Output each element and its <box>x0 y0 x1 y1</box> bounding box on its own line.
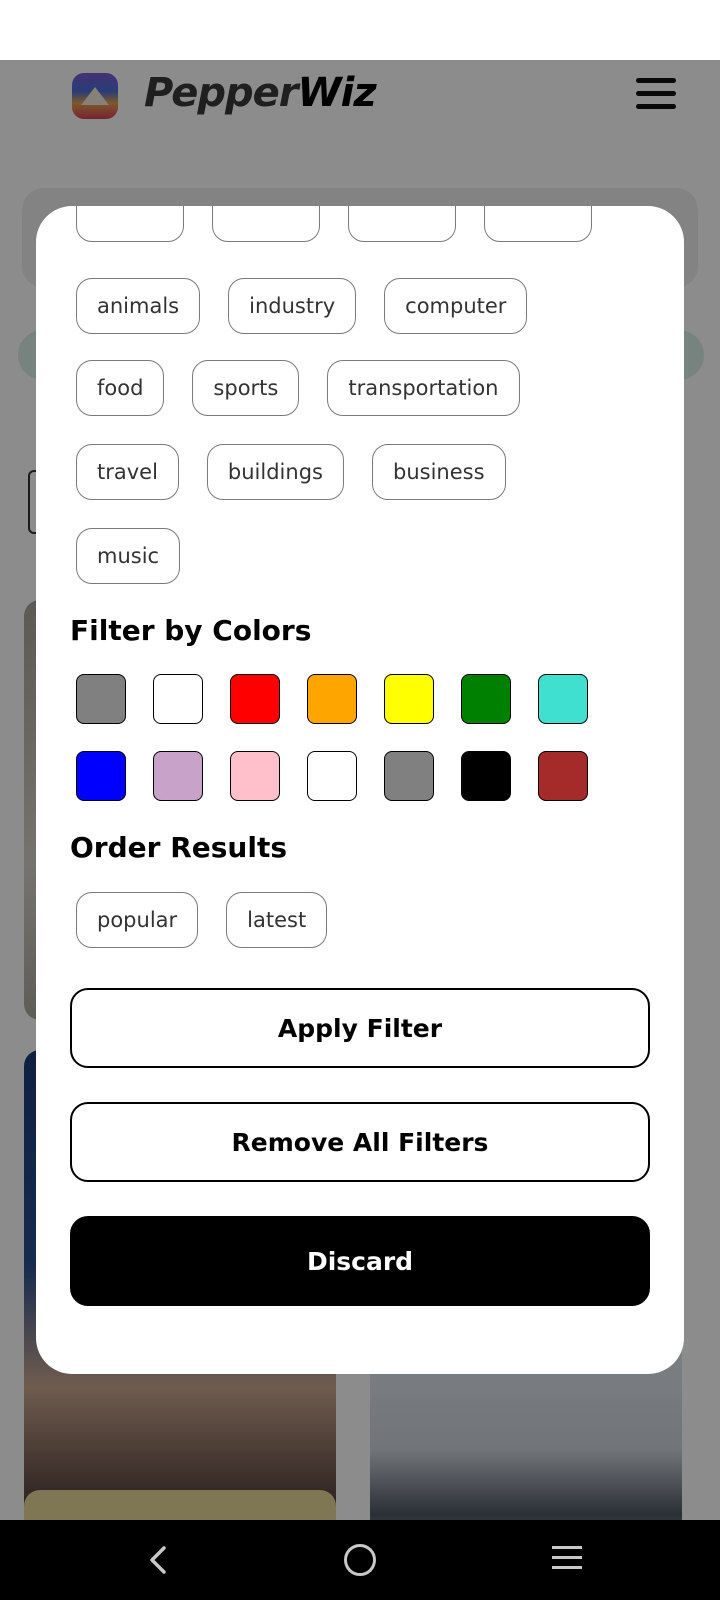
color-swatch-row1-6[interactable] <box>538 674 588 724</box>
category-chip-food[interactable]: food <box>76 360 165 416</box>
recent-apps-icon[interactable] <box>552 1546 582 1572</box>
system-nav-bar <box>0 1520 720 1600</box>
category-chip-hidden[interactable] <box>212 206 320 242</box>
category-chip-hidden[interactable] <box>348 206 456 242</box>
category-chip-transportation[interactable]: transportation <box>327 360 520 416</box>
back-chevron-icon[interactable] <box>140 1542 176 1578</box>
category-chip-sports[interactable]: sports <box>192 360 300 416</box>
order-options-row: popular latest <box>76 892 328 948</box>
color-swatch-row1-1[interactable] <box>153 674 203 724</box>
category-row-3: travel buildings business <box>76 444 506 500</box>
category-chip-industry[interactable]: industry <box>228 278 357 334</box>
category-chip-travel[interactable]: travel <box>76 444 179 500</box>
color-swatch-row2-5[interactable] <box>461 751 511 801</box>
discard-button[interactable]: Discard <box>70 1216 650 1306</box>
home-circle-icon[interactable] <box>344 1544 376 1576</box>
color-swatch-row2-0[interactable] <box>76 751 126 801</box>
order-chip-popular[interactable]: popular <box>76 892 199 948</box>
status-bar <box>0 0 720 60</box>
color-swatch-row2-1[interactable] <box>153 751 203 801</box>
scrolled-category-row <box>76 206 592 242</box>
color-swatch-row2-2[interactable] <box>230 751 280 801</box>
color-swatch-row2-4[interactable] <box>384 751 434 801</box>
category-chip-animals[interactable]: animals <box>76 278 201 334</box>
color-swatch-row1-0[interactable] <box>76 674 126 724</box>
color-swatch-row1-3[interactable] <box>307 674 357 724</box>
category-row-2: food sports transportation <box>76 360 520 416</box>
color-swatch-row-2 <box>76 751 588 801</box>
color-swatch-row-1 <box>76 674 588 724</box>
category-chip-hidden[interactable] <box>484 206 592 242</box>
remove-all-filters-button[interactable]: Remove All Filters <box>70 1102 650 1182</box>
color-swatch-row1-4[interactable] <box>384 674 434 724</box>
colors-section-title: Filter by Colors <box>70 614 312 647</box>
category-chip-buildings[interactable]: buildings <box>206 444 344 500</box>
order-section-title: Order Results <box>70 831 287 864</box>
category-chip-music[interactable]: music <box>76 528 181 584</box>
order-chip-latest[interactable]: latest <box>226 892 328 948</box>
category-chip-computer[interactable]: computer <box>384 278 528 334</box>
color-swatch-row2-3[interactable] <box>307 751 357 801</box>
category-row-4: music <box>76 528 181 584</box>
apply-filter-button[interactable]: Apply Filter <box>70 988 650 1068</box>
color-swatch-row1-2[interactable] <box>230 674 280 724</box>
color-swatch-row2-6[interactable] <box>538 751 588 801</box>
filter-modal: animals industry computer food sports tr… <box>36 206 684 1374</box>
category-chip-hidden[interactable] <box>76 206 184 242</box>
category-chip-business[interactable]: business <box>371 444 506 500</box>
category-row-1: animals industry computer <box>76 278 528 334</box>
color-swatch-row1-5[interactable] <box>461 674 511 724</box>
